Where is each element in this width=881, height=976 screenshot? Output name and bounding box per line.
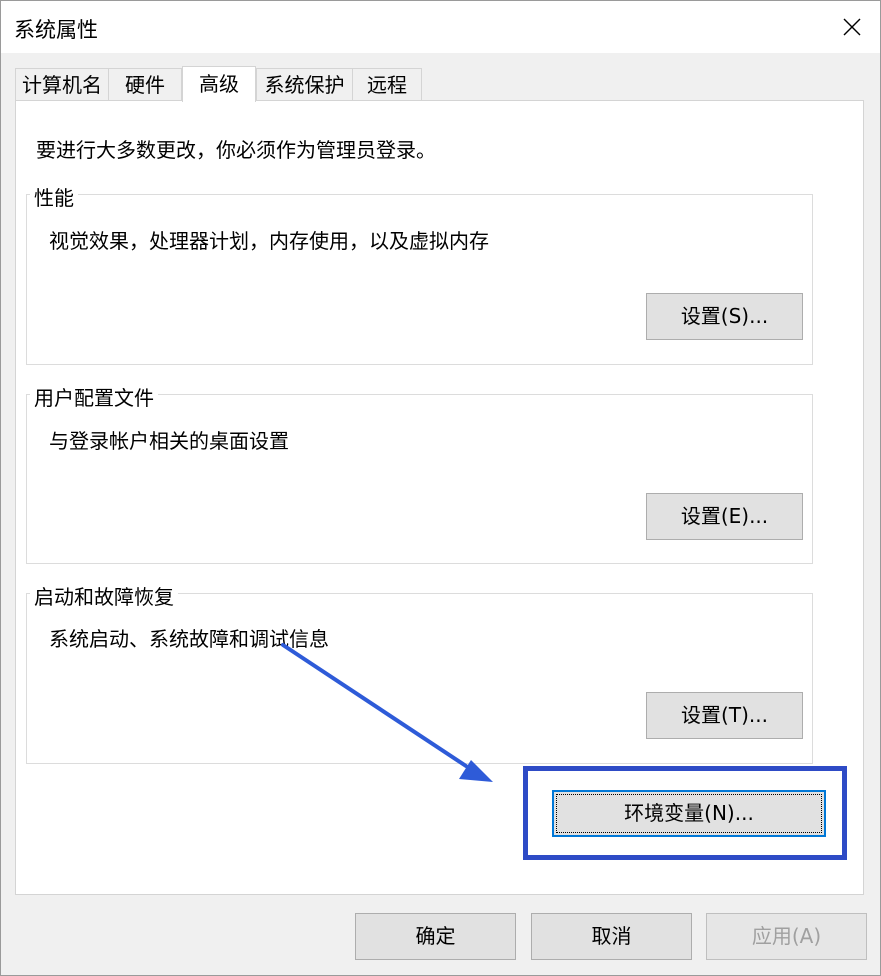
user-profile-settings-button[interactable]: 设置(E)... xyxy=(646,493,803,540)
tab-remote[interactable]: 远程 xyxy=(352,68,422,100)
tab-computer-name[interactable]: 计算机名 xyxy=(15,68,109,100)
startup-recovery-description: 系统启动、系统故障和调试信息 xyxy=(49,627,329,651)
cancel-button[interactable]: 取消 xyxy=(531,913,692,960)
startup-recovery-settings-button[interactable]: 设置(T)... xyxy=(646,692,803,739)
close-icon xyxy=(843,18,861,36)
user-profile-group-title: 用户配置文件 xyxy=(30,382,158,411)
title-bar: 系统属性 xyxy=(1,1,880,53)
tab-hardware[interactable]: 硬件 xyxy=(108,68,182,100)
tab-system-protection[interactable]: 系统保护 xyxy=(256,68,353,100)
performance-description: 视觉效果，处理器计划，内存使用，以及虚拟内存 xyxy=(49,229,489,253)
window-title: 系统属性 xyxy=(14,18,98,42)
admin-notice: 要进行大多数更改，你必须作为管理员登录。 xyxy=(36,138,436,162)
startup-recovery-group-title: 启动和故障恢复 xyxy=(30,581,178,610)
ok-button[interactable]: 确定 xyxy=(355,913,516,960)
apply-button[interactable]: 应用(A) xyxy=(706,913,867,960)
user-profile-description: 与登录帐户相关的桌面设置 xyxy=(49,429,289,453)
performance-group-title: 性能 xyxy=(30,182,78,211)
tab-advanced[interactable]: 高级 xyxy=(182,66,256,102)
performance-settings-button[interactable]: 设置(S)... xyxy=(646,293,803,340)
highlight-box xyxy=(523,766,847,860)
close-button[interactable] xyxy=(834,9,870,45)
